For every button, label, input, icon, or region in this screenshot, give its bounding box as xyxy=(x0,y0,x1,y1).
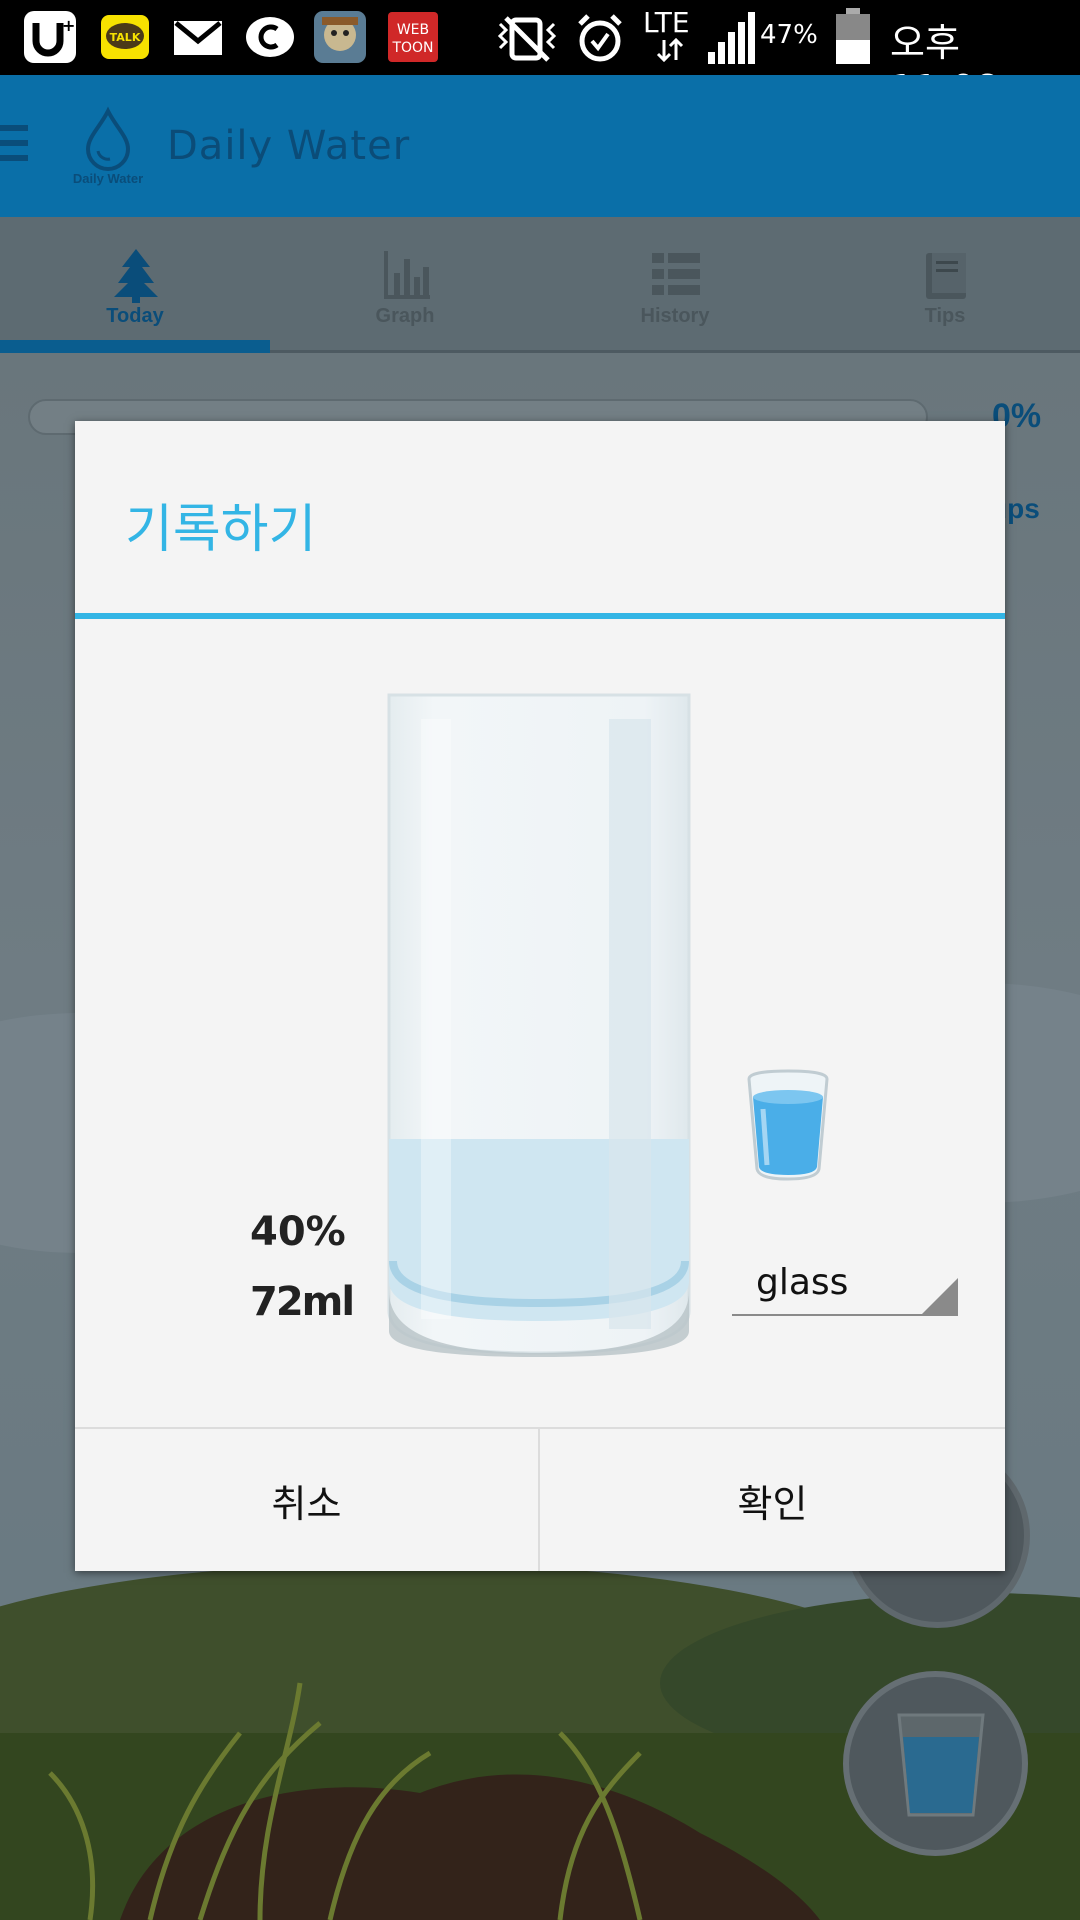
tab-tips[interactable]: Tips xyxy=(810,217,1080,353)
tab-bar: Today Graph History Tips xyxy=(0,217,1080,353)
network-type: LTE xyxy=(643,6,690,39)
webtoon-icon: WEB TOON xyxy=(385,9,441,65)
signal-icon xyxy=(706,10,756,66)
tab-graph[interactable]: Graph xyxy=(270,217,540,353)
logo-caption: Daily Water xyxy=(72,171,144,186)
title-divider xyxy=(75,613,1005,619)
glass-illustration xyxy=(387,693,691,1357)
ok-button[interactable]: 확인 xyxy=(540,1429,1005,1571)
app-logo: Daily Water xyxy=(64,105,152,195)
list-icon xyxy=(652,253,700,295)
app-bar: Daily Water Daily Water xyxy=(0,75,1080,217)
fill-volume: 72ml xyxy=(250,1279,355,1325)
glass-button-dimmed xyxy=(843,1671,1028,1856)
tab-label: Today xyxy=(106,305,164,327)
tab-today[interactable]: Today xyxy=(0,217,270,353)
gmail-icon xyxy=(170,9,226,65)
kakaotalk-icon: TALK xyxy=(97,9,153,65)
cup-icon xyxy=(897,1713,985,1817)
container-type-spinner[interactable]: glass xyxy=(732,1256,958,1316)
container-type-value: glass xyxy=(756,1262,849,1303)
tab-label: Graph xyxy=(375,305,435,327)
svg-text:WEB: WEB xyxy=(397,22,429,38)
menu-icon[interactable] xyxy=(0,125,30,169)
fill-level-glass[interactable] xyxy=(387,691,691,1357)
cancel-button[interactable]: 취소 xyxy=(75,1429,540,1571)
bar-chart-icon xyxy=(384,251,430,299)
data-arrows-icon xyxy=(655,37,685,63)
fill-percent: 40% xyxy=(250,1209,346,1255)
svg-text:TOON: TOON xyxy=(391,40,433,56)
uplus-app-icon: + xyxy=(22,9,78,65)
svg-text:+: + xyxy=(62,16,75,35)
svg-text:TALK: TALK xyxy=(110,31,141,44)
active-tab-indicator xyxy=(0,340,270,353)
dialog-title: 기록하기 xyxy=(125,500,317,560)
glass-type-icon xyxy=(747,1069,829,1181)
game-app-icon xyxy=(312,9,368,65)
spinner-arrow-icon xyxy=(922,1278,958,1314)
tab-label: History xyxy=(640,305,710,327)
battery-icon xyxy=(834,6,874,64)
dialog-button-bar: 취소 확인 xyxy=(75,1427,1005,1571)
water-drop-icon xyxy=(85,106,131,171)
tree-icon xyxy=(114,249,158,303)
status-bar: + TALK WEBTOON LTE 47% 오후 11:08 xyxy=(0,0,1080,111)
tab-history[interactable]: History xyxy=(540,217,810,353)
record-dialog: 기록하기 40% 72ml glass 취소 확인 xyxy=(75,421,1005,1571)
app-title: Daily Water xyxy=(167,123,411,169)
book-icon xyxy=(926,253,966,299)
vibrate-mute-icon xyxy=(492,10,562,66)
tab-label: Tips xyxy=(924,305,966,327)
c-app-icon xyxy=(242,9,298,65)
battery-percent: 47% xyxy=(760,20,818,50)
alarm-icon xyxy=(572,10,628,66)
